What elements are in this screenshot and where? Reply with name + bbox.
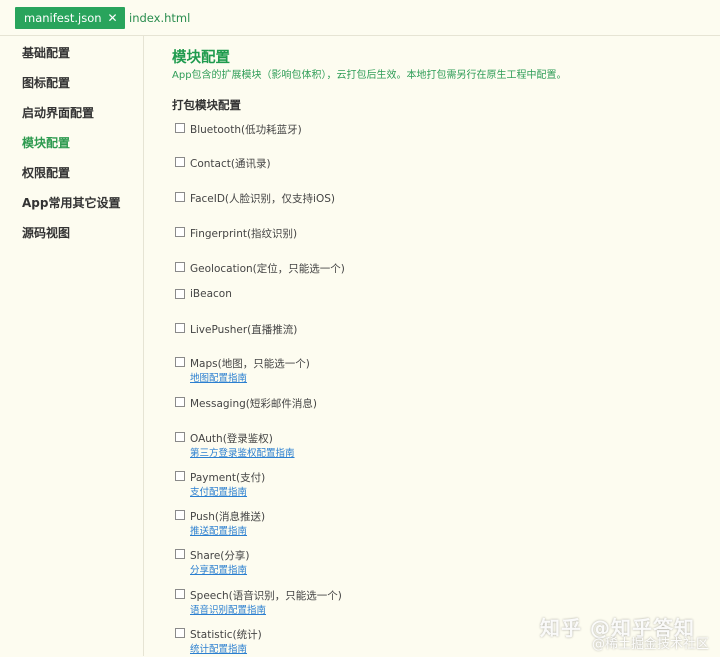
page-title: 模块配置 — [172, 50, 230, 66]
checkbox[interactable] — [175, 628, 185, 638]
module-label: Bluetooth(低功耗蓝牙) — [190, 124, 302, 136]
checkbox[interactable] — [175, 192, 185, 202]
module-label: OAuth(登录鉴权) — [190, 433, 273, 445]
module-label: iBeacon — [190, 288, 232, 300]
tab-label: index.html — [129, 11, 191, 25]
checkbox[interactable] — [175, 589, 185, 599]
module-label: Maps(地图，只能选一个) — [190, 358, 310, 370]
tab-bar: manifest.json ✕ index.html — [0, 0, 720, 36]
checkbox[interactable] — [175, 549, 185, 559]
module-label: Messaging(短彩邮件消息) — [190, 398, 317, 410]
checkbox[interactable] — [175, 432, 185, 442]
module-label: Payment(支付) — [190, 472, 266, 484]
module-label: Share(分享) — [190, 550, 250, 562]
module-label: FaceID(人脸识别，仅支持iOS) — [190, 193, 335, 205]
statistic-guide-link[interactable]: 统计配置指南 — [190, 641, 247, 655]
sidebar: 基础配置 图标配置 启动界面配置 模块配置 权限配置 App常用其它设置 源码视… — [0, 36, 144, 656]
checkbox[interactable] — [175, 510, 185, 520]
sidebar-item-basic[interactable]: 基础配置 — [22, 44, 70, 61]
tab-manifest-json[interactable]: manifest.json ✕ — [15, 7, 125, 29]
sidebar-item-icons[interactable]: 图标配置 — [22, 74, 70, 91]
checkbox[interactable] — [175, 262, 185, 272]
group-title: 打包模块配置 — [172, 98, 241, 112]
module-label: Geolocation(定位，只能选一个) — [190, 263, 345, 275]
checkbox[interactable] — [175, 357, 185, 367]
checkbox[interactable] — [175, 157, 185, 167]
page-description: App包含的扩展模块（影响包体积），云打包后生效。本地打包需另行在原生工程中配置… — [172, 70, 567, 81]
checkbox[interactable] — [175, 227, 185, 237]
watermark-juejin: @稀土掘金技术社区 — [592, 637, 710, 652]
module-label: Push(消息推送) — [190, 511, 266, 523]
payment-guide-link[interactable]: 支付配置指南 — [190, 484, 247, 498]
sidebar-item-modules[interactable]: 模块配置 — [22, 134, 70, 151]
module-label: Contact(通讯录) — [190, 158, 271, 170]
checkbox[interactable] — [175, 123, 185, 133]
module-label: Speech(语音识别，只能选一个) — [190, 590, 342, 602]
oauth-guide-link[interactable]: 第三方登录鉴权配置指南 — [190, 445, 295, 459]
checkbox[interactable] — [175, 397, 185, 407]
tab-label: manifest.json — [24, 11, 102, 25]
sidebar-item-permissions[interactable]: 权限配置 — [22, 164, 70, 181]
tab-index-html[interactable]: index.html — [120, 7, 197, 29]
push-guide-link[interactable]: 推送配置指南 — [190, 523, 247, 537]
speech-guide-link[interactable]: 语音识别配置指南 — [190, 602, 266, 616]
module-label: Fingerprint(指纹识别) — [190, 228, 298, 240]
sidebar-item-source-view[interactable]: 源码视图 — [22, 224, 70, 241]
checkbox[interactable] — [175, 471, 185, 481]
close-icon[interactable]: ✕ — [108, 11, 118, 25]
main-panel: 模块配置 App包含的扩展模块（影响包体积），云打包后生效。本地打包需另行在原生… — [172, 36, 712, 656]
sidebar-item-splash[interactable]: 启动界面配置 — [22, 104, 94, 121]
maps-guide-link[interactable]: 地图配置指南 — [190, 370, 247, 384]
sidebar-item-other-settings[interactable]: App常用其它设置 — [22, 194, 120, 211]
share-guide-link[interactable]: 分享配置指南 — [190, 562, 247, 576]
module-label: LivePusher(直播推流) — [190, 324, 298, 336]
checkbox[interactable] — [175, 323, 185, 333]
module-label: Statistic(统计) — [190, 629, 262, 641]
checkbox[interactable] — [175, 289, 185, 299]
